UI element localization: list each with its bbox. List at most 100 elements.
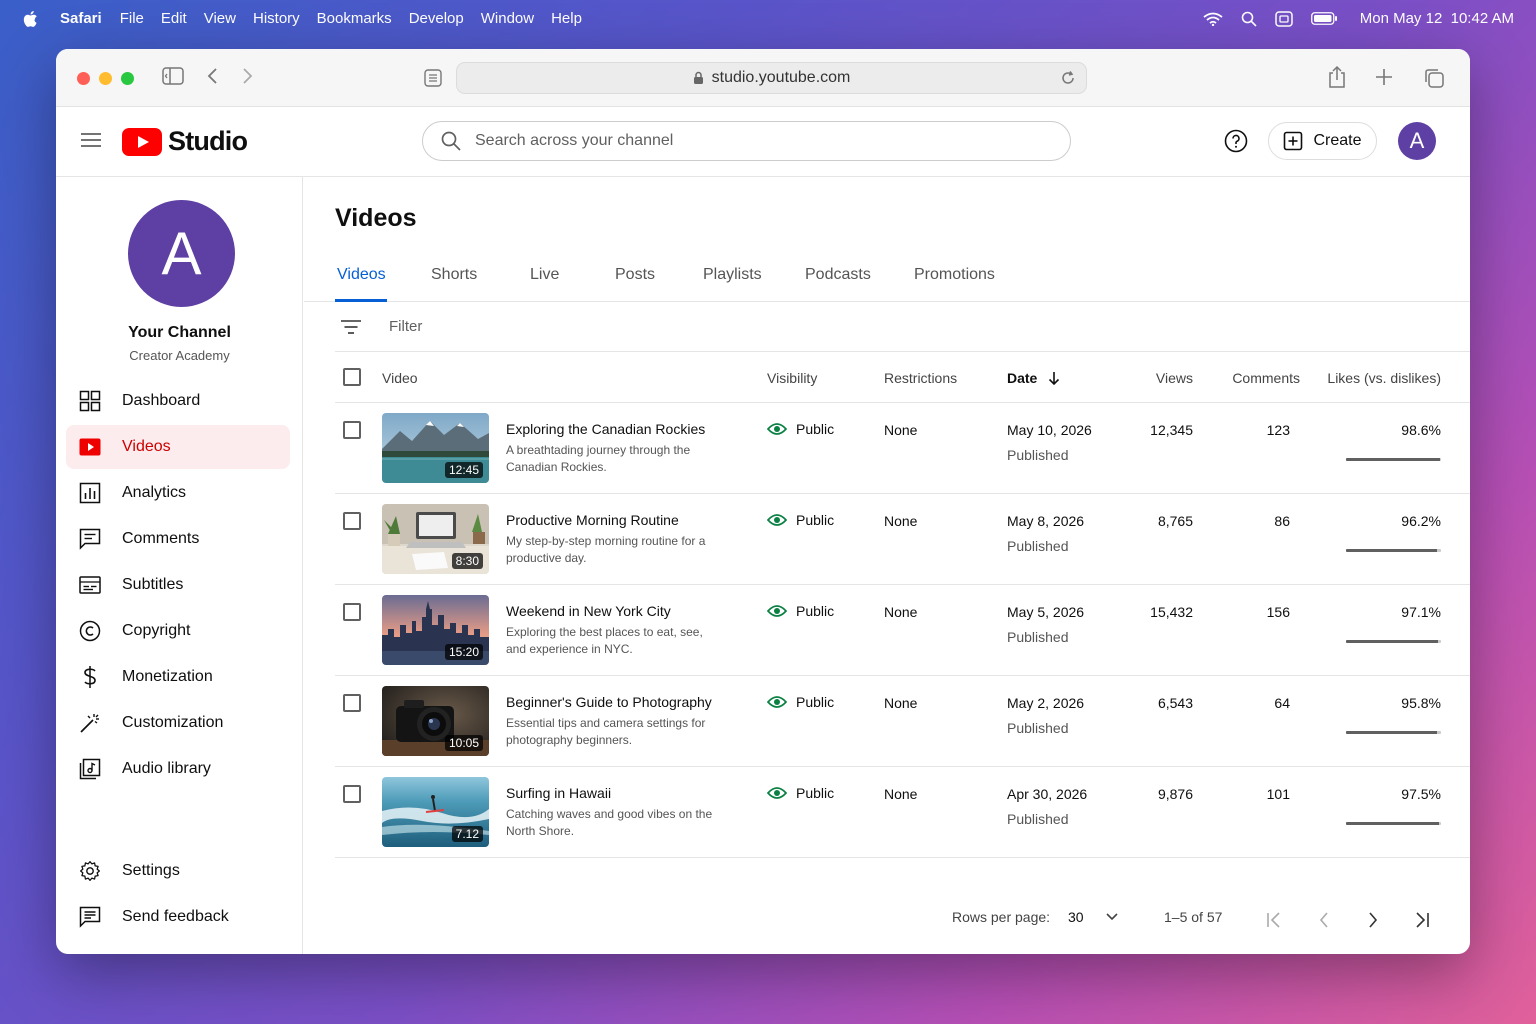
sidebar-item-videos[interactable]: Videos (66, 425, 290, 469)
column-header-date[interactable]: Date (1007, 370, 1060, 386)
video-title[interactable]: Exploring the Canadian Rockies (506, 421, 705, 437)
sidebar-item-comments[interactable]: Comments (66, 517, 290, 561)
row-checkbox[interactable] (343, 694, 361, 712)
select-all-checkbox[interactable] (343, 368, 361, 386)
search-input[interactable] (475, 132, 1035, 150)
sidebar-item-label: Subtitles (122, 576, 184, 593)
first-page-icon[interactable] (1266, 911, 1282, 929)
video-title[interactable]: Surfing in Hawaii (506, 785, 611, 801)
table-row[interactable]: 10:05 Beginner's Guide to Photography Es… (335, 676, 1470, 767)
tab-overview-icon[interactable] (1423, 67, 1445, 89)
macos-menubar: Safari File Edit View History Bookmarks … (0, 0, 1536, 37)
sidebar-item-audio-library[interactable]: Audio library (66, 747, 290, 791)
search-icon (441, 131, 461, 151)
apple-icon[interactable] (22, 10, 38, 28)
tab-podcasts[interactable]: Podcasts (805, 266, 871, 284)
sort-descending-icon[interactable] (1048, 371, 1060, 385)
help-icon[interactable] (1224, 129, 1248, 153)
sidebar-item-settings[interactable]: Settings (66, 849, 290, 893)
share-icon[interactable] (1327, 65, 1347, 89)
video-thumbnail[interactable]: 12:45 (382, 413, 489, 483)
visibility-status[interactable]: Public (767, 421, 834, 437)
video-title[interactable]: Beginner's Guide to Photography (506, 694, 712, 710)
hamburger-menu-icon[interactable] (80, 131, 102, 149)
sidebar-item-customization[interactable]: Customization (66, 701, 290, 745)
lock-icon (693, 71, 703, 84)
tab-live[interactable]: Live (530, 266, 559, 284)
menubar-app-name[interactable]: Safari (60, 10, 102, 27)
sidebar-item-monetization[interactable]: Monetization (66, 655, 290, 699)
menu-view[interactable]: View (204, 10, 236, 27)
sidebar-item-subtitles[interactable]: Subtitles (66, 563, 290, 607)
menu-history[interactable]: History (253, 10, 300, 27)
menu-help[interactable]: Help (551, 10, 582, 27)
spotlight-search-icon[interactable] (1241, 11, 1257, 27)
wifi-icon[interactable] (1203, 12, 1223, 26)
menu-develop[interactable]: Develop (409, 10, 464, 27)
sidebar-item-send-feedback[interactable]: Send feedback (66, 895, 290, 939)
studio-logo[interactable]: Studio (122, 126, 248, 157)
tab-videos[interactable]: Videos (337, 266, 386, 284)
audio-library-icon (79, 758, 101, 780)
new-tab-icon[interactable] (1375, 68, 1393, 86)
visibility-label: Public (796, 694, 835, 710)
row-checkbox[interactable] (343, 785, 361, 803)
zoom-window-button[interactable] (121, 72, 134, 85)
video-thumbnail[interactable]: 8:30 (382, 504, 489, 574)
row-checkbox[interactable] (343, 512, 361, 530)
reload-icon[interactable] (1060, 70, 1076, 86)
tab-posts[interactable]: Posts (615, 266, 655, 284)
visibility-status[interactable]: Public (767, 512, 834, 528)
sidebar-item-analytics[interactable]: Analytics (66, 471, 290, 515)
filter-label[interactable]: Filter (389, 318, 422, 335)
menu-window[interactable]: Window (481, 10, 534, 27)
menubar-clock[interactable]: Mon May 12 10:42 AM (1360, 10, 1514, 27)
tab-promotions[interactable]: Promotions (914, 266, 995, 284)
next-page-icon[interactable] (1367, 911, 1379, 929)
menu-file[interactable]: File (120, 10, 144, 27)
forward-icon[interactable] (240, 66, 254, 86)
video-title[interactable]: Productive Morning Routine (506, 512, 679, 528)
filter-bar[interactable]: Filter (335, 302, 1470, 352)
control-center-icon[interactable] (1275, 10, 1293, 27)
battery-icon[interactable] (1310, 12, 1338, 25)
previous-page-icon[interactable] (1318, 911, 1330, 929)
comments-count: 101 (1266, 786, 1290, 802)
table-row[interactable]: 12:45 Exploring the Canadian Rockies A b… (335, 403, 1470, 494)
menu-edit[interactable]: Edit (161, 10, 187, 27)
menu-bookmarks[interactable]: Bookmarks (317, 10, 392, 27)
visibility-status[interactable]: Public (767, 603, 834, 619)
visibility-status[interactable]: Public (767, 694, 834, 710)
videos-icon (79, 436, 101, 458)
sidebar-item-dashboard[interactable]: Dashboard (66, 379, 290, 423)
reader-icon[interactable] (424, 69, 442, 87)
sidebar-toggle-icon[interactable] (162, 66, 184, 86)
channel-avatar[interactable]: A (128, 200, 235, 307)
back-icon[interactable] (206, 66, 220, 86)
create-button[interactable]: Create (1268, 122, 1377, 160)
account-avatar[interactable]: A (1398, 122, 1436, 160)
table-row[interactable]: 15:20 Weekend in New York City Exploring… (335, 585, 1470, 676)
table-row[interactable]: 8:30 Productive Morning Routine My step-… (335, 494, 1470, 585)
tab-shorts[interactable]: Shorts (431, 266, 477, 284)
row-checkbox[interactable] (343, 603, 361, 621)
sidebar-item-label: Settings (122, 862, 180, 879)
address-bar[interactable]: studio.youtube.com (456, 62, 1087, 94)
channel-name: Your Channel (128, 324, 231, 341)
search-bar[interactable] (422, 121, 1071, 161)
restrictions-value: None (884, 513, 918, 529)
rows-per-page-select[interactable]: 30 (1068, 909, 1118, 925)
filter-icon[interactable] (341, 319, 361, 335)
video-title[interactable]: Weekend in New York City (506, 603, 671, 619)
visibility-status[interactable]: Public (767, 785, 834, 801)
close-window-button[interactable] (77, 72, 90, 85)
sidebar-item-copyright[interactable]: Copyright (66, 609, 290, 653)
last-page-icon[interactable] (1414, 911, 1430, 929)
video-thumbnail[interactable]: 7.12 (382, 777, 489, 847)
minimize-window-button[interactable] (99, 72, 112, 85)
table-row[interactable]: 7.12 Surfing in Hawaii Catching waves an… (335, 767, 1470, 858)
row-checkbox[interactable] (343, 421, 361, 439)
video-thumbnail[interactable]: 10:05 (382, 686, 489, 756)
tab-playlists[interactable]: Playlists (703, 266, 762, 284)
video-thumbnail[interactable]: 15:20 (382, 595, 489, 665)
